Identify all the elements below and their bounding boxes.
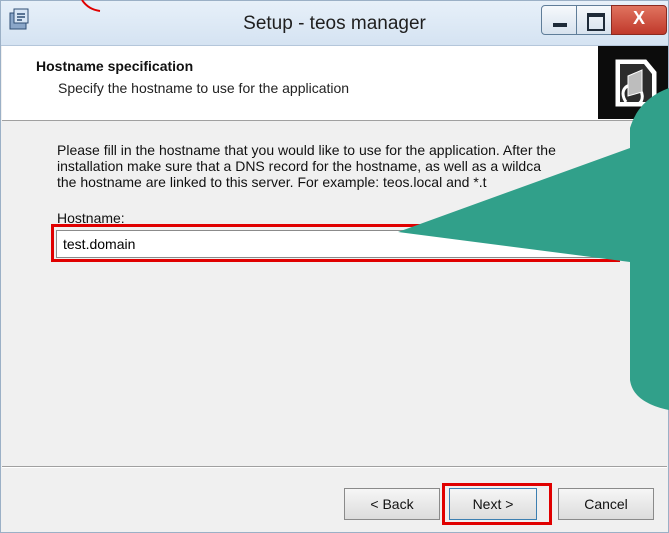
setup-window: Setup - teos manager X Hostname specific… — [0, 0, 669, 533]
back-button[interactable]: < Back — [344, 488, 440, 520]
minimize-button[interactable] — [541, 5, 577, 35]
cancel-button[interactable]: Cancel — [558, 488, 654, 520]
close-icon: X — [632, 8, 645, 28]
button-divider — [2, 466, 667, 468]
page-title: Hostname specification — [36, 58, 194, 74]
close-button[interactable]: X — [611, 5, 667, 35]
maximize-icon — [587, 13, 605, 31]
red-annotation-stroke — [81, 0, 101, 12]
instructions-line: installation make sure that a DNS record… — [57, 158, 542, 174]
instructions-line: the hostname are linked to this server. … — [57, 174, 487, 190]
page-subtitle: Specify the hostname to use for the appl… — [58, 80, 350, 96]
minimize-icon — [553, 23, 567, 27]
installer-logo-icon — [598, 46, 668, 119]
instructions-line: Please fill in the hostname that you wou… — [57, 142, 556, 158]
maximize-button[interactable] — [576, 5, 612, 35]
instructions-text: Please fill in the hostname that you wou… — [57, 142, 597, 190]
next-highlight-box — [442, 483, 552, 525]
wizard-header: Hostname specification Specify the hostn… — [2, 46, 668, 121]
hostname-highlight-box — [51, 224, 620, 262]
